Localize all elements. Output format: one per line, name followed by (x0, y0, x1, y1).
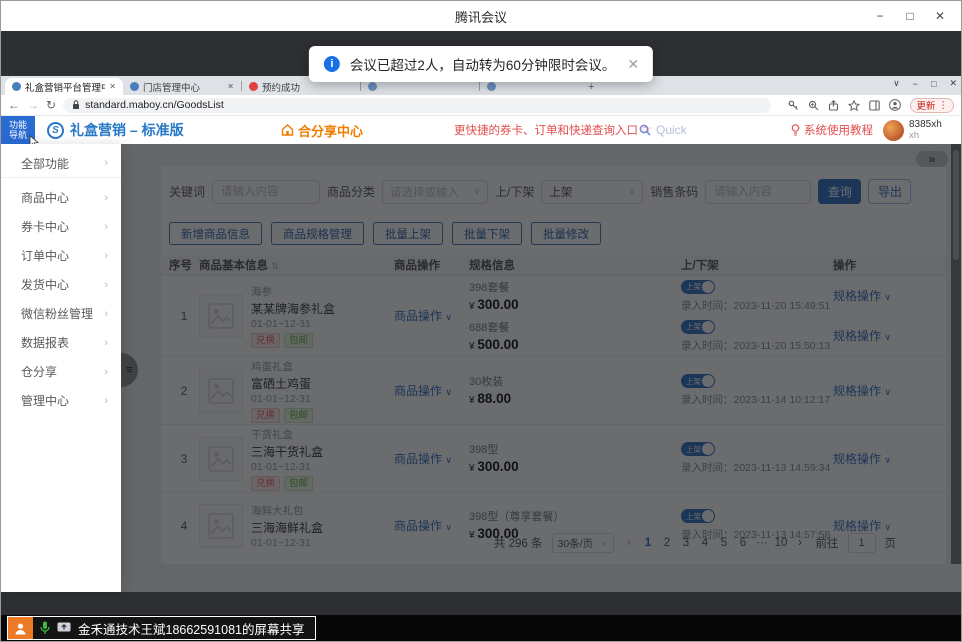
scrollbar[interactable] (951, 144, 961, 564)
scrollbar-thumb[interactable] (953, 150, 959, 260)
chevron-right-icon: › (104, 279, 108, 291)
quick-search[interactable]: Quick (639, 123, 687, 137)
back-icon[interactable]: ← (8, 99, 20, 111)
chevron-right-icon: › (104, 337, 108, 349)
chevron-right-icon: › (104, 221, 108, 233)
sidebar-menu: 全部功能› 商品中心› 券卡中心› 订单中心› 发货中心› 微信粉丝管理› 数据… (1, 144, 121, 592)
tab-title: 门店管理中心 (143, 80, 223, 94)
sidebar-item-order-center[interactable]: 订单中心› (1, 241, 121, 270)
main-content: 关键词 商品分类 请选择或输入 ∨ 上/下架 上架 ∨ 销售条码 (121, 144, 961, 592)
sidebar-item-card-center[interactable]: 券卡中心› (1, 212, 121, 241)
chevron-right-icon: › (104, 308, 108, 320)
lightbulb-icon (791, 124, 800, 136)
brand-logo-icon: S (47, 122, 64, 139)
tab-favicon (12, 82, 21, 91)
browser-tab-1[interactable]: 礼盒营销平台管理中心 ✕ (5, 78, 123, 95)
share-center-link[interactable]: 合分享中心 (281, 121, 363, 140)
update-label: 更新 (916, 98, 935, 112)
browser-tab-2[interactable]: 门店管理中心 ✕ (123, 78, 241, 95)
notification-text: 会议已超过2人，自动转为60分钟限时会议。 (350, 54, 616, 74)
collapse-panel-button[interactable]: » (916, 151, 948, 167)
sidebar-item-product-center[interactable]: 商品中心› (1, 183, 121, 212)
meeting-notification: i 会议已超过2人，自动转为60分钟限时会议。 ✕ (309, 46, 653, 82)
chevron-right-icon: › (104, 366, 108, 378)
microphone-icon (40, 621, 50, 635)
tab-search-chevron-icon[interactable]: ∨ (893, 78, 900, 89)
bookmark-star-icon[interactable] (848, 100, 860, 111)
meeting-window: 腾讯会议 − □ ✕ i 会议已超过2人，自动转为60分钟限时会议。 ✕ 礼盒营… (0, 0, 962, 642)
tab-favicon (368, 82, 377, 91)
chevron-right-icon: › (104, 192, 108, 204)
close-button[interactable]: ✕ (925, 9, 955, 23)
brand: S 礼盒营销 – 标准版 (47, 120, 184, 140)
presenter-icon (8, 617, 33, 639)
minimize-button[interactable]: − (865, 9, 895, 23)
browser-update-button[interactable]: 更新 ⋮ (910, 98, 954, 113)
notification-close-icon[interactable]: ✕ (627, 56, 639, 73)
browser-minimize-button[interactable]: − (913, 79, 918, 89)
brand-name: 礼盒营销 – 标准版 (70, 120, 184, 140)
app-header: 功能 导航 S 礼盒营销 – 标准版 合分享中心 更快捷的券卡、订单和快递查询入… (1, 116, 961, 144)
share-indicator: 金禾通技术王斌18662591081的屏幕共享 (7, 616, 316, 640)
sidebar-item-reports[interactable]: 数据报表› (1, 328, 121, 357)
app-body: 全部功能› 商品中心› 券卡中心› 订单中心› 发货中心› 微信粉丝管理› 数据… (1, 144, 961, 592)
tab-title: 礼盒营销平台管理中心 (25, 80, 105, 94)
house-icon (281, 124, 294, 136)
chevron-right-icon: › (104, 395, 108, 407)
tab-favicon (249, 82, 258, 91)
maximize-button[interactable]: □ (895, 9, 925, 23)
double-chevron-icon: » (929, 152, 936, 166)
address-bar[interactable]: standard.maboy.cn/GoodsList (63, 98, 771, 113)
more-menu-icon[interactable]: ⋮ (939, 100, 949, 111)
tab-favicon (487, 82, 496, 91)
profile-icon[interactable] (889, 99, 901, 111)
quick-search-placeholder: Quick (656, 123, 687, 137)
new-tab-button[interactable]: + (588, 81, 594, 93)
zoom-icon[interactable] (808, 100, 819, 111)
screen-share-icon (57, 622, 71, 634)
sidebar-item-share[interactable]: 仓分享› (1, 357, 121, 386)
tab-favicon (130, 82, 139, 91)
dim-overlay (121, 144, 961, 592)
nav-label-line2: 导航 (9, 130, 27, 141)
sidebar-item-wechat-fans[interactable]: 微信粉丝管理› (1, 299, 121, 328)
reload-icon[interactable]: ↻ (46, 99, 56, 111)
meeting-title: 腾讯会议 (455, 7, 507, 26)
promo-entry-link[interactable]: 更快捷的券卡、订单和快递查询入口 ☞ (454, 122, 653, 138)
tutorial-label: 系统使用教程 (804, 122, 873, 138)
tab-close-icon[interactable]: ✕ (227, 82, 234, 91)
user-name: 8385xh xh (909, 119, 942, 141)
tutorial-link[interactable]: 系统使用教程 (791, 122, 873, 138)
user-id: 8385xh (909, 119, 942, 130)
sidebar-item-shipping-center[interactable]: 发货中心› (1, 270, 121, 299)
browser-toolbar: ← → ↻ standard.maboy.cn/GoodsList 更新 ⋮ (1, 95, 961, 116)
screen-share-bar: 金禾通技术王斌18662591081的屏幕共享 (1, 615, 961, 641)
browser-maximize-button[interactable]: □ (931, 79, 936, 89)
menu-icon: ≡ (126, 364, 132, 376)
meeting-titlebar: 腾讯会议 − □ ✕ (1, 1, 961, 31)
share-center-label: 合分享中心 (298, 121, 363, 140)
promo-text: 更快捷的券卡、订单和快递查询入口 (454, 122, 638, 138)
tab-close-icon[interactable]: ✕ (109, 82, 116, 91)
chevron-right-icon: › (104, 157, 108, 169)
forward-icon[interactable]: → (27, 99, 39, 111)
lock-icon (72, 100, 80, 110)
user-account[interactable]: 8385xh xh (883, 119, 942, 141)
user-sub: xh (909, 130, 919, 141)
key-icon[interactable] (788, 100, 799, 111)
user-avatar (883, 120, 904, 141)
nav-label-line1: 功能 (9, 120, 27, 131)
browser-close-button[interactable]: ✕ (949, 78, 957, 89)
share-icon[interactable] (828, 100, 839, 111)
function-nav-button[interactable]: 功能 导航 (1, 116, 35, 144)
shared-browser-window: 礼盒营销平台管理中心 ✕ 门店管理中心 ✕ 预约成功 + (1, 76, 961, 592)
side-panel-icon[interactable] (869, 100, 880, 111)
share-status-text: 金禾通技术王斌18662591081的屏幕共享 (78, 619, 304, 638)
sidebar-item-all-functions[interactable]: 全部功能› (1, 149, 121, 178)
sidebar-item-management-center[interactable]: 管理中心› (1, 386, 121, 415)
chevron-right-icon: › (104, 250, 108, 262)
search-icon (639, 124, 651, 136)
url-text: standard.maboy.cn/GoodsList (85, 99, 224, 111)
info-icon: i (324, 56, 340, 72)
